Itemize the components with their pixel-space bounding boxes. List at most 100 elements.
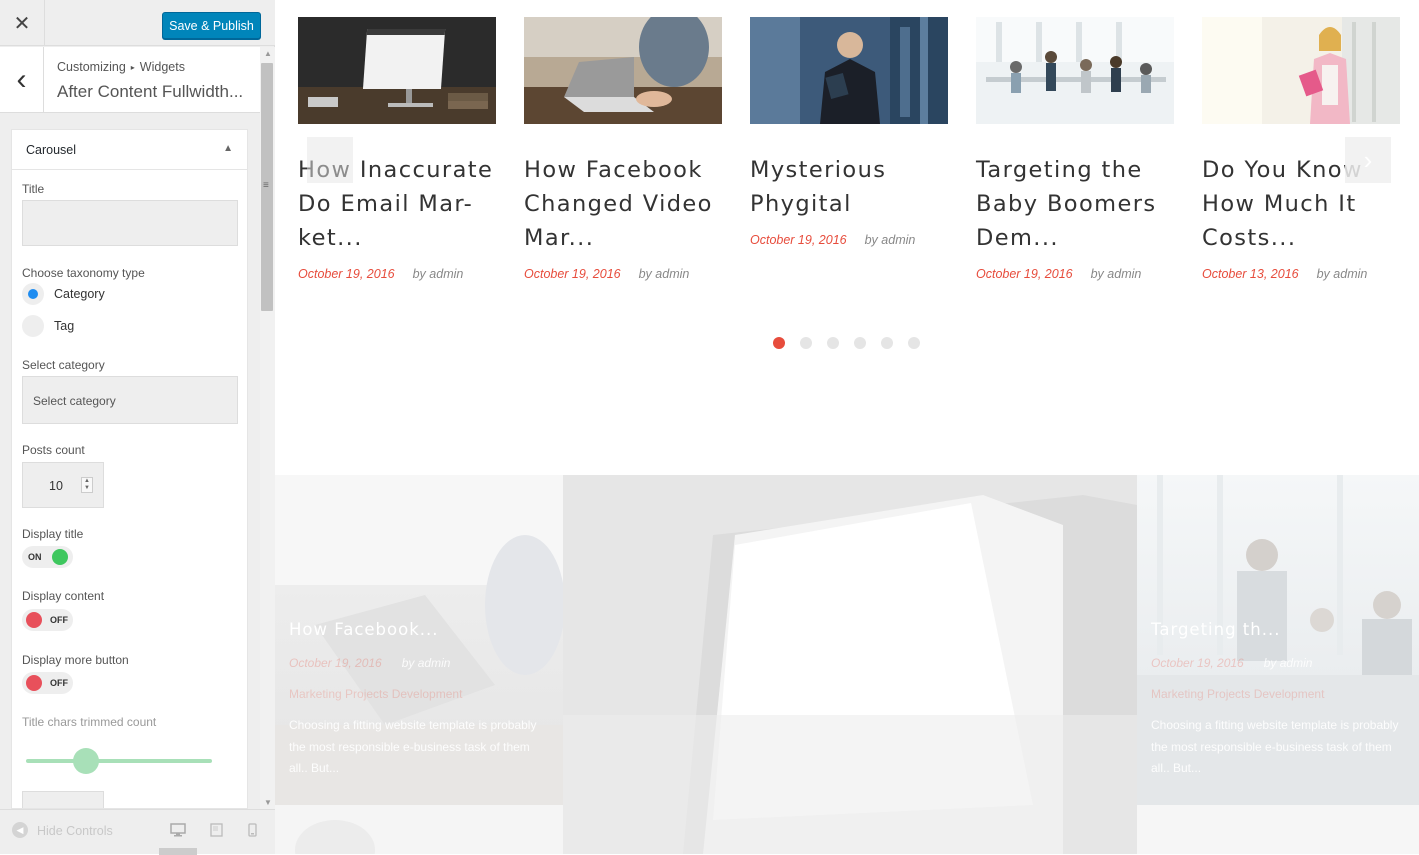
- carousel-dot[interactable]: [827, 337, 839, 349]
- grid-post-categories[interactable]: Marketing Projects Development: [1151, 687, 1324, 701]
- desktop-preview-icon[interactable]: [170, 823, 186, 840]
- toggle-knob: [52, 549, 68, 565]
- hide-controls-button[interactable]: Hide Controls: [37, 824, 113, 838]
- carousel-dot[interactable]: [908, 337, 920, 349]
- post-date[interactable]: October 19, 2016: [976, 267, 1073, 281]
- tablet-preview-icon[interactable]: [210, 823, 223, 840]
- chars-slider-track[interactable]: [26, 759, 212, 763]
- carousel-dot[interactable]: [854, 337, 866, 349]
- grid-post-meta: October 19, 2016 by admin: [289, 656, 450, 670]
- post-meta: October 19, 2016 by admin: [976, 267, 1174, 281]
- radio-tag[interactable]: [22, 315, 44, 337]
- carousel-widget-panel: Carousel ▲ Title Choose taxonomy type Ca…: [11, 129, 248, 809]
- title-input[interactable]: [22, 200, 238, 246]
- close-customizer-button[interactable]: ✕: [0, 0, 45, 46]
- grid-post-author[interactable]: by admin: [402, 656, 451, 670]
- post-date[interactable]: October 19, 2016: [750, 233, 847, 247]
- carousel-dot[interactable]: [881, 337, 893, 349]
- posts-count-input[interactable]: 10 ▲ ▼: [22, 462, 104, 508]
- widget-title: Carousel: [26, 143, 77, 157]
- posts-count-value: 10: [49, 479, 63, 493]
- display-more-toggle[interactable]: OFF: [22, 672, 73, 694]
- grid-post-next[interactable]: [275, 805, 563, 854]
- back-button[interactable]: ‹: [0, 47, 44, 113]
- title-label: Title: [22, 182, 45, 196]
- display-title-label: Display title: [22, 527, 84, 541]
- carousel-next-button[interactable]: ›: [1345, 137, 1391, 183]
- chevron-left-icon: ‹: [16, 63, 27, 96]
- radio-category-label: Category: [54, 287, 105, 301]
- posts-count-label: Posts count: [22, 443, 85, 457]
- post-meta: October 19, 2016 by admin: [298, 267, 496, 281]
- breadcrumb: Customizing ▸ Widgets: [57, 60, 185, 74]
- carousel-post[interactable]: Targeting the Baby Boomers Dem... Octobe…: [976, 17, 1174, 281]
- grid-post-excerpt: Choosing a fitting website template is p…: [289, 718, 537, 775]
- breadcrumb-item: Customizing: [57, 60, 126, 74]
- post-meta: October 13, 2016 by admin: [1202, 267, 1419, 281]
- display-title-toggle[interactable]: ON: [22, 546, 73, 568]
- collapse-arrow-icon[interactable]: ▲: [223, 143, 233, 154]
- post-date[interactable]: October 13, 2016: [1202, 267, 1299, 281]
- toggle-knob: [26, 612, 42, 628]
- panel-scrollbar[interactable]: ▲ ▼: [260, 47, 275, 809]
- post-date[interactable]: October 19, 2016: [298, 267, 395, 281]
- post-author[interactable]: by admin: [1091, 267, 1142, 281]
- grid-post-featured[interactable]: [563, 475, 1137, 854]
- post-title[interactable]: How Facebook Changed Video Mar...: [524, 153, 722, 255]
- display-content-label: Display content: [22, 589, 105, 603]
- grid-post-title[interactable]: How Facebook...: [289, 620, 439, 639]
- post-author[interactable]: by admin: [639, 267, 690, 281]
- collapse-icon[interactable]: ◀: [12, 822, 28, 838]
- post-title-line: How Facebook: [524, 157, 703, 183]
- mobile-preview-icon[interactable]: [248, 823, 257, 840]
- post-title[interactable]: Mysterious Phygital: [750, 153, 948, 221]
- carousel-prev-button[interactable]: [307, 137, 353, 183]
- grid-post-title[interactable]: Targeting th...: [1151, 620, 1280, 639]
- scroll-up-icon[interactable]: ▲: [264, 49, 272, 58]
- customizer-footer: ◀ Hide Controls: [0, 809, 275, 855]
- carousel-dot[interactable]: [800, 337, 812, 349]
- grid-post-categories[interactable]: Marketing Projects Development: [289, 687, 462, 701]
- carousel-post[interactable]: How Facebook Changed Video Mar... Octobe…: [524, 17, 722, 281]
- post-thumbnail[interactable]: [524, 17, 722, 124]
- post-title[interactable]: Targeting the Baby Boomers Dem...: [976, 153, 1174, 255]
- grid-post-author[interactable]: by admin: [1264, 656, 1313, 670]
- customizer-sidebar: ✕ Save & Publish ‹ Customizing ▸ Widgets A…: [0, 0, 275, 855]
- chars-count-input[interactable]: [22, 791, 104, 808]
- post-title-line: Dem...: [976, 225, 1059, 251]
- display-content-toggle[interactable]: OFF: [22, 609, 73, 631]
- post-title-line: Targeting the: [976, 157, 1143, 183]
- breadcrumb-item: Widgets: [139, 60, 185, 74]
- post-meta: October 19, 2016 by admin: [524, 267, 722, 281]
- post-date[interactable]: October 19, 2016: [524, 267, 621, 281]
- post-thumbnail[interactable]: [976, 17, 1174, 124]
- post-title-line: ket...: [298, 225, 363, 251]
- radio-tag-label: Tag: [54, 319, 75, 333]
- display-more-label: Display more button: [22, 653, 129, 667]
- widget-header[interactable]: Carousel ▲: [12, 130, 247, 170]
- post-meta: October 19, 2016 by admin: [750, 233, 948, 247]
- scroll-down-icon[interactable]: ▼: [264, 798, 272, 807]
- taxonomy-type-label: Choose taxonomy type: [22, 266, 145, 280]
- grid-post-date[interactable]: October 19, 2016: [1151, 656, 1244, 670]
- post-author[interactable]: by admin: [865, 233, 916, 247]
- grid-post-date[interactable]: October 19, 2016: [289, 656, 382, 670]
- radio-category[interactable]: [22, 283, 44, 305]
- grid-post-next[interactable]: [1137, 805, 1419, 854]
- grid-post[interactable]: Targeting th... October 19, 2016 by admin…: [1137, 475, 1419, 805]
- post-thumbnail[interactable]: [750, 17, 948, 124]
- post-thumbnail[interactable]: [1202, 17, 1400, 124]
- category-select[interactable]: Select category: [22, 376, 238, 424]
- carousel-post[interactable]: Mysterious Phygital October 19, 2016 by a…: [750, 17, 948, 247]
- post-thumbnail[interactable]: [298, 17, 496, 124]
- chars-slider-handle[interactable]: [73, 748, 99, 774]
- post-title-line: Mysterious: [750, 157, 887, 183]
- spinner-arrows-icon[interactable]: ▲ ▼: [81, 477, 93, 493]
- carousel-dot[interactable]: [773, 337, 785, 349]
- post-title-line: How Much It: [1202, 191, 1357, 217]
- save-publish-button[interactable]: Save & Publish: [162, 12, 261, 39]
- category-select-value: Select category: [33, 394, 116, 408]
- post-author[interactable]: by admin: [1317, 267, 1368, 281]
- post-author[interactable]: by admin: [413, 267, 464, 281]
- grid-post[interactable]: How Facebook... October 19, 2016 by admin…: [275, 475, 563, 805]
